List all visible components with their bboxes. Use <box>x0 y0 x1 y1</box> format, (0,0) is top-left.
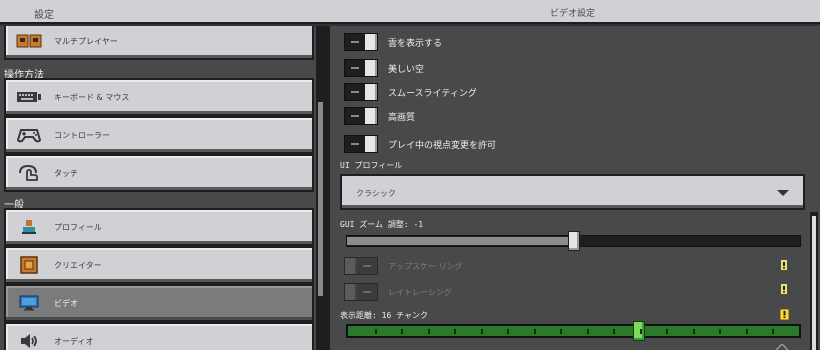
toggle-label: スムースライティング <box>388 88 477 99</box>
toggle-label: 雲を表示する <box>388 38 443 49</box>
gui-zoom-label: GUI ズーム 調整: -1 <box>340 220 424 229</box>
sidebar-item-label: オーディオ <box>54 336 94 346</box>
render-distance-tick <box>534 329 536 334</box>
camera-perspective-toggle[interactable] <box>344 135 378 153</box>
chevron-down-icon <box>777 190 789 196</box>
sidebar-item-multiplayer[interactable]: マルチプレイヤー <box>4 26 314 60</box>
sidebar-scrollbar-thumb[interactable] <box>318 102 323 296</box>
sidebar-item-label: タッチ <box>54 168 78 178</box>
render-distance-tick <box>481 329 483 334</box>
sidebar-item-label: キーボード & マウス <box>54 92 130 102</box>
ui-profile-value: クラシック <box>356 189 396 198</box>
render-distance-tick <box>746 329 748 334</box>
clouds-toggle[interactable] <box>344 33 378 51</box>
render-distance-slider-thumb[interactable] <box>633 321 645 341</box>
sidebar-item-label: ビデオ <box>54 298 78 308</box>
info-icon[interactable] <box>780 260 788 270</box>
sidebar-item-creator[interactable]: クリエイター <box>4 246 314 284</box>
render-distance-label: 表示距離: 16 チャンク <box>340 311 429 320</box>
speaker-icon <box>16 331 42 350</box>
toggle-row-beautiful-sky[interactable]: 美しい空 <box>344 58 424 78</box>
toggle-row-clouds[interactable]: 雲を表示する <box>344 32 442 52</box>
sidebar-item-label: マルチプレイヤー <box>54 36 118 46</box>
chevron-up-icon <box>776 344 788 350</box>
render-distance-tick <box>375 329 377 334</box>
high-quality-toggle[interactable] <box>344 107 378 125</box>
toggle-row-camera-perspective[interactable]: プレイ中の視点変更を許可 <box>344 134 496 154</box>
settings-scrollbar-thumb[interactable] <box>812 216 816 350</box>
sidebar-item-touch[interactable]: タッチ <box>4 154 314 192</box>
settings-title: 設定 <box>34 10 54 21</box>
toggle-label: レイトレーシング <box>388 287 452 297</box>
creator-icon <box>16 255 42 275</box>
render-distance-tick <box>401 329 403 334</box>
sidebar-item-audio[interactable]: オーディオ <box>4 322 314 350</box>
toggle-label: 高画質 <box>388 112 416 123</box>
toggle-label: 美しい空 <box>388 64 425 75</box>
sidebar-item-profile[interactable]: プロフィール <box>4 208 314 246</box>
toggle-label: アップスケー リング <box>388 261 463 271</box>
touch-icon <box>16 163 42 183</box>
gui-zoom-slider-thumb[interactable] <box>568 231 580 251</box>
toggle-row-raytracing: レイトレーシング <box>344 282 452 302</box>
render-distance-tick <box>507 329 509 334</box>
beautiful-sky-toggle[interactable] <box>344 59 378 77</box>
ui-profile-label: UI プロフィール <box>340 161 403 170</box>
controller-icon <box>16 125 42 145</box>
toggle-row-high-quality[interactable]: 高画質 <box>344 106 415 126</box>
video-settings-panel: 雲を表示する 美しい空 スムースライティング 高画質 プレイ中の視点変更を許可 … <box>330 26 820 350</box>
sidebar-item-keyboard-mouse[interactable]: キーボード & マウス <box>4 78 314 116</box>
smooth-lighting-toggle[interactable] <box>344 83 378 101</box>
render-distance-slider[interactable] <box>346 321 801 341</box>
gui-zoom-slider-fill <box>347 237 574 245</box>
upscaling-toggle <box>344 257 378 275</box>
render-distance-tick <box>693 329 695 334</box>
video-settings-title: ビデオ設定 <box>550 9 596 19</box>
render-distance-tick <box>454 329 456 334</box>
keyboard-icon <box>16 87 42 107</box>
toggle-row-upscaling: アップスケー リング <box>344 256 463 276</box>
raytracing-toggle <box>344 283 378 301</box>
toggle-row-smooth-lighting[interactable]: スムースライティング <box>344 82 477 102</box>
sidebar-item-label: クリエイター <box>54 260 102 270</box>
info-icon[interactable] <box>780 284 788 294</box>
warning-icon[interactable] <box>780 309 789 320</box>
ui-profile-dropdown[interactable]: クラシック <box>340 174 805 210</box>
sidebar: マルチプレイヤー 操作方法 キーボード & マウス コントローラー タッチ 一般… <box>0 26 326 350</box>
sidebar-item-label: プロフィール <box>54 222 102 232</box>
toggle-label: プレイ中の視点変更を許可 <box>388 140 497 151</box>
render-distance-tick <box>666 329 668 334</box>
render-distance-tick <box>587 329 589 334</box>
render-distance-tick <box>613 329 615 334</box>
gui-zoom-slider[interactable] <box>346 231 801 251</box>
monitor-icon <box>16 293 42 313</box>
sidebar-item-label: コントローラー <box>54 130 110 140</box>
sidebar-item-video[interactable]: ビデオ <box>4 284 314 322</box>
title-bar: 設定 ビデオ設定 <box>0 0 820 24</box>
render-distance-tick <box>428 329 430 334</box>
profile-icon <box>16 217 42 237</box>
sidebar-item-controller[interactable]: コントローラー <box>4 116 314 154</box>
multiplayer-icon <box>16 31 42 51</box>
render-distance-tick <box>772 329 774 334</box>
render-distance-tick <box>719 329 721 334</box>
render-distance-tick <box>640 329 642 334</box>
render-distance-tick <box>560 329 562 334</box>
